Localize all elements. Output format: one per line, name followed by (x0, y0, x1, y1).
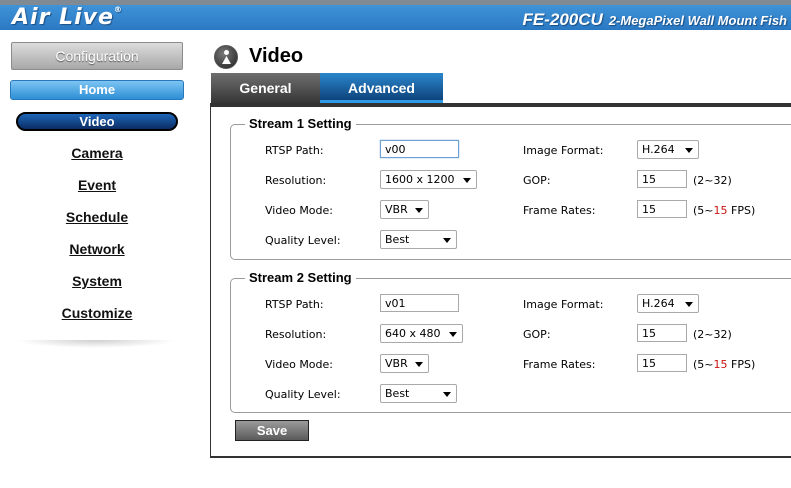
settings-panel: Stream 1 Setting RTSP Path: Resolution: … (210, 103, 791, 458)
chevron-down-icon (443, 392, 451, 397)
home-button[interactable]: Home (10, 80, 184, 100)
configuration-button[interactable]: Configuration (11, 42, 183, 70)
brand-logo: Air Live® (12, 5, 123, 30)
sidebar-item-network[interactable]: Network (0, 241, 194, 257)
stream-2-image-format-select[interactable]: H.264 (637, 294, 699, 313)
stream-1-image-format-select[interactable]: H.264 (637, 140, 699, 159)
page-title: Video (249, 45, 304, 67)
stream-1-quality-value: Best (385, 233, 410, 246)
quality-level-label: Quality Level: (265, 234, 341, 247)
stream-1-video-mode-value: VBR (385, 203, 408, 216)
stream-1-legend: Stream 1 Setting (245, 116, 356, 131)
gop-label: GOP: (523, 328, 551, 341)
stream-2-resolution-value: 640 x 480 (385, 327, 441, 340)
chevron-down-icon (443, 238, 451, 243)
resolution-label: Resolution: (265, 328, 327, 341)
rtsp-path-label: RTSP Path: (265, 144, 324, 157)
stream-2-quality-value: Best (385, 387, 410, 400)
stream-2-gop-range: (2~32) (693, 328, 732, 341)
video-mode-label: Video Mode: (265, 358, 333, 371)
stream-2-legend: Stream 2 Setting (245, 270, 356, 285)
stream-1-image-format-value: H.264 (642, 143, 675, 156)
chevron-down-icon (685, 302, 693, 307)
sidebar-item-video[interactable]: Video (16, 112, 178, 131)
stream-2-resolution-select[interactable]: 640 x 480 (380, 324, 463, 343)
stream-2-fps-range: (5~15 FPS) (693, 358, 756, 371)
stream-1-video-mode-select[interactable]: VBR (380, 200, 429, 219)
tab-advanced[interactable]: Advanced (320, 73, 443, 103)
quality-level-label: Quality Level: (265, 388, 341, 401)
sidebar-item-system[interactable]: System (0, 273, 194, 289)
frame-rates-label: Frame Rates: (523, 204, 596, 217)
image-format-label: Image Format: (523, 144, 604, 157)
model-code: FE-200CU (522, 10, 603, 29)
stream-1-quality-select[interactable]: Best (380, 230, 457, 249)
frame-rates-label: Frame Rates: (523, 358, 596, 371)
sidebar-item-camera[interactable]: Camera (0, 145, 194, 161)
stream-2-image-format-value: H.264 (642, 297, 675, 310)
stream-2-gop-input[interactable] (637, 324, 687, 342)
sidebar-divider (16, 340, 176, 348)
stream-2-quality-select[interactable]: Best (380, 384, 457, 403)
rtsp-path-label: RTSP Path: (265, 298, 324, 311)
model-banner: FE-200CU 2-MegaPixel Wall Mount Fish (523, 10, 788, 30)
tab-general[interactable]: General (211, 73, 320, 103)
stream-2-video-mode-select[interactable]: VBR (380, 354, 429, 373)
sidebar-item-schedule[interactable]: Schedule (0, 209, 194, 225)
chevron-down-icon (463, 178, 471, 183)
stream-1-rtsp-path-input[interactable] (380, 140, 459, 158)
model-description: 2-MegaPixel Wall Mount Fish (608, 13, 787, 28)
stream-1-group: Stream 1 Setting RTSP Path: Resolution: … (230, 116, 791, 260)
stream-1-frame-rate-input[interactable] (637, 200, 687, 218)
chevron-down-icon (415, 362, 423, 367)
stream-2-frame-rate-input[interactable] (637, 354, 687, 372)
video-mode-label: Video Mode: (265, 204, 333, 217)
stream-2-video-mode-value: VBR (385, 357, 408, 370)
image-format-label: Image Format: (523, 298, 604, 311)
stream-2-group: Stream 2 Setting RTSP Path: Resolution: … (230, 270, 791, 413)
chevron-down-icon (685, 148, 693, 153)
stream-1-gop-input[interactable] (637, 170, 687, 188)
stream-1-resolution-select[interactable]: 1600 x 1200 (380, 170, 477, 189)
video-person-icon (214, 45, 238, 69)
save-button[interactable]: Save (235, 420, 309, 441)
sidebar-item-customize[interactable]: Customize (0, 305, 194, 321)
resolution-label: Resolution: (265, 174, 327, 187)
sidebar-item-event[interactable]: Event (0, 177, 194, 193)
chevron-down-icon (415, 208, 423, 213)
stream-1-resolution-value: 1600 x 1200 (385, 173, 455, 186)
gop-label: GOP: (523, 174, 551, 187)
stream-1-fps-range: (5~15 FPS) (693, 204, 756, 217)
stream-1-gop-range: (2~32) (693, 174, 732, 187)
stream-2-rtsp-path-input[interactable] (380, 294, 459, 312)
header-bar: Air Live® FE-200CU 2-MegaPixel Wall Mount… (0, 5, 791, 30)
chevron-down-icon (449, 332, 457, 337)
